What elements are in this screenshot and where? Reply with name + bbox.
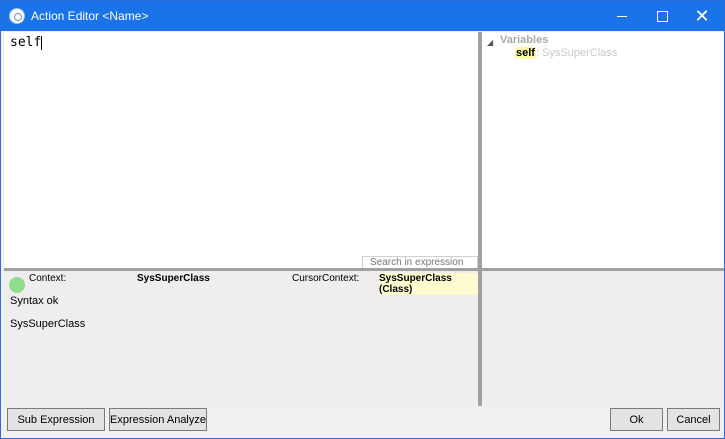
minimize-button[interactable]	[605, 1, 639, 31]
cancel-button[interactable]: Cancel	[667, 408, 720, 431]
sub-expression-button[interactable]: Sub Expression	[7, 408, 105, 431]
expression-analyze-button[interactable]: Expression Analyze	[109, 408, 207, 431]
tree-item-self[interactable]: self: SysSuperClass	[515, 47, 617, 59]
status-ok-icon	[9, 277, 25, 293]
editor-content[interactable]: self	[10, 35, 43, 50]
app-icon	[9, 8, 25, 24]
variables-tree[interactable]: ◢ Variables self: SysSuperClass	[482, 32, 724, 268]
editor-text: self	[10, 35, 42, 50]
tree-root-variables[interactable]: Variables	[500, 34, 548, 46]
maximize-button[interactable]	[645, 1, 679, 31]
context-value: SysSuperClass	[137, 273, 210, 284]
cursor-context-label: CursorContext:	[292, 273, 360, 284]
cursor-context-value: SysSuperClass (Class)	[379, 273, 478, 295]
ok-button[interactable]: Ok	[610, 408, 663, 431]
syntax-status: Syntax ok	[10, 295, 59, 307]
text-caret	[41, 35, 43, 50]
info-panel: Context: SysSuperClass CursorContext: Sy…	[4, 271, 478, 406]
title-bar[interactable]: Action Editor <Name> ✕	[1, 1, 724, 31]
context-label: Context:	[29, 273, 67, 284]
info-panel-right	[482, 271, 724, 406]
close-button[interactable]: ✕	[685, 1, 719, 31]
variable-type: : SysSuperClass	[535, 47, 618, 59]
collapse-arrow-icon[interactable]: ◢	[487, 38, 493, 47]
window-title: Action Editor <Name>	[31, 9, 149, 23]
expression-editor[interactable]: self	[4, 32, 478, 269]
variable-name: self	[515, 47, 536, 59]
action-editor-window: Action Editor <Name> ✕ self ◢ Variables …	[0, 0, 725, 439]
result-type: SysSuperClass	[10, 318, 86, 330]
